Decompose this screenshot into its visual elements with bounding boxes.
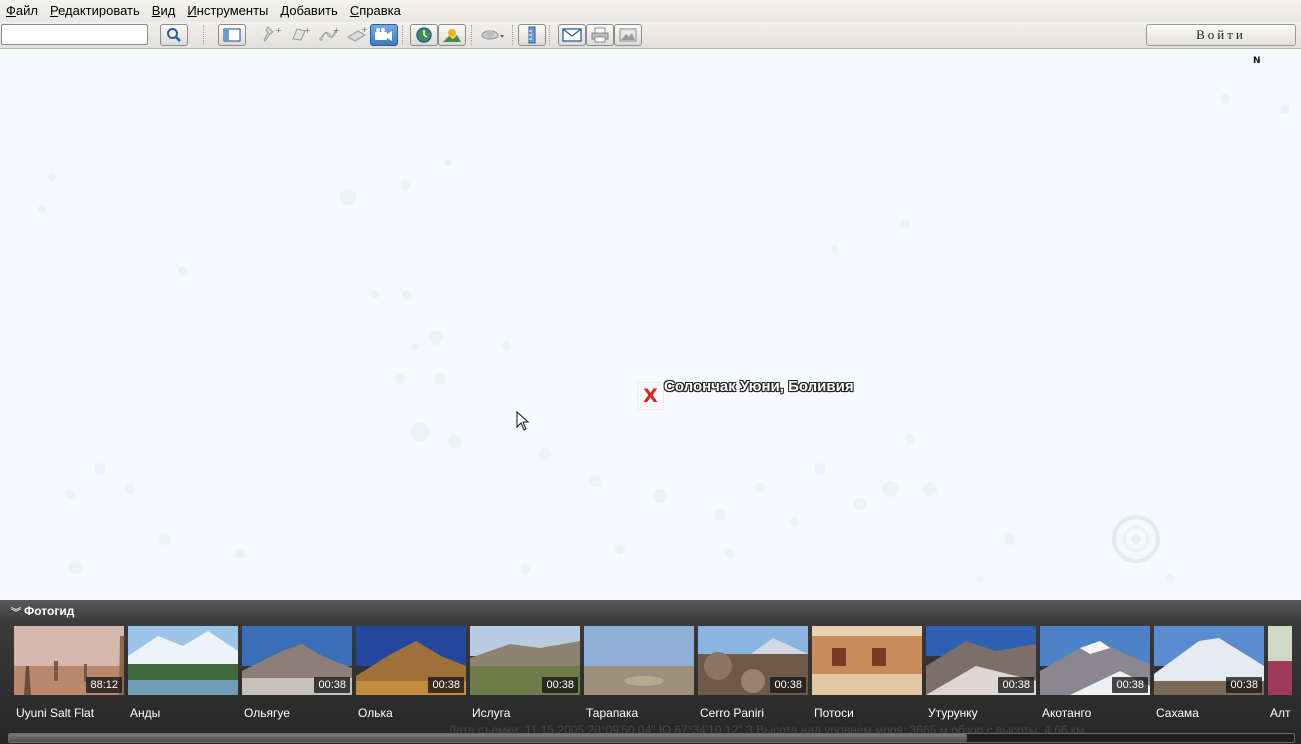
video-camera-icon <box>375 28 392 41</box>
video-duration: 00:38 <box>770 677 806 693</box>
video-duration: 88:12 <box>86 677 122 693</box>
email-button[interactable] <box>558 24 586 46</box>
image-overlay-icon: + <box>347 25 368 42</box>
photo-thumb-uyuni[interactable]: 88:12 <box>14 626 124 695</box>
photo-caption[interactable]: Акотанго <box>1042 706 1091 720</box>
photo-thumb-isluga[interactable]: 00:38 <box>470 626 580 695</box>
video-duration: 00:38 <box>314 677 350 693</box>
video-duration: 00:38 <box>428 677 464 693</box>
search-button[interactable] <box>160 24 188 46</box>
svg-text:+: + <box>361 25 368 34</box>
collapse-chevron-icon[interactable]: ︾ <box>11 604 21 619</box>
path-add-icon: + <box>319 26 340 41</box>
photo-caption[interactable]: Потоси <box>814 706 854 720</box>
add-polygon-button[interactable]: + <box>287 24 313 44</box>
photo-thumb-cerro-paniri[interactable]: 00:38 <box>698 626 808 695</box>
sidebar-icon <box>223 28 241 42</box>
menu-tools[interactable]: Инструменты <box>181 0 274 22</box>
svg-text:+: + <box>333 26 340 35</box>
photo-guide-scrollbar[interactable] <box>8 733 1295 743</box>
add-path-button[interactable]: + <box>316 24 342 44</box>
photo-caption[interactable]: Cerro Paniri <box>700 706 764 720</box>
photo-caption[interactable]: Алт <box>1270 706 1291 720</box>
photo-thumb-sajama[interactable]: 00:38 <box>1154 626 1264 695</box>
toolbar: + + + + Войти <box>0 22 1301 49</box>
toolbar-separator <box>402 25 405 45</box>
menu-file[interactable]: Файл <box>0 0 44 22</box>
menu-view[interactable]: Вид <box>146 0 182 22</box>
scrollbar-thumb[interactable] <box>9 734 967 742</box>
toolbar-separator <box>203 25 206 45</box>
video-duration: 00:38 <box>1112 677 1148 693</box>
photo-thumb-andes[interactable] <box>128 626 238 695</box>
svg-text:+: + <box>304 26 311 35</box>
sun-landscape-icon <box>443 29 461 42</box>
toolbar-separator <box>549 25 552 45</box>
printer-icon <box>591 27 609 43</box>
ruler-icon <box>528 26 536 44</box>
photo-caption[interactable]: Ольягуе <box>244 706 290 720</box>
photo-thumb-uturunku[interactable]: 00:38 <box>926 626 1036 695</box>
photo-caption[interactable]: Анды <box>130 706 160 720</box>
toolbar-separator <box>512 25 515 45</box>
photo-guide-title: Фотогид <box>24 604 75 618</box>
add-image-overlay-button[interactable]: + <box>344 24 370 44</box>
envelope-icon <box>562 28 582 42</box>
toolbar-separator <box>471 25 474 45</box>
sunlight-button[interactable] <box>438 24 466 46</box>
signin-button[interactable]: Войти <box>1146 24 1296 46</box>
video-duration: 00:38 <box>542 677 578 693</box>
planet-icon <box>481 30 504 40</box>
pushpin-add-icon: + <box>263 26 282 42</box>
photo-thumb-tarapaca[interactable] <box>584 626 694 695</box>
photo-image <box>128 626 238 695</box>
svg-text:+: + <box>275 26 282 35</box>
mouse-cursor-icon <box>516 411 530 431</box>
navigation-ring-icon[interactable] <box>1096 509 1166 569</box>
record-tour-button[interactable] <box>370 24 398 46</box>
photo-thumb-olca[interactable]: 00:38 <box>356 626 466 695</box>
photo-caption[interactable]: Утурунку <box>928 706 978 720</box>
polygon-add-icon: + <box>292 26 311 41</box>
photo-caption[interactable]: Олька <box>358 706 393 720</box>
ruler-button[interactable] <box>518 24 546 46</box>
photo-thumb-acotango[interactable]: 00:38 <box>1040 626 1150 695</box>
photo-image <box>812 626 922 695</box>
photo-caption[interactable]: Uyuni Salt Flat <box>16 706 94 720</box>
search-icon <box>167 28 181 42</box>
add-placemark-button[interactable]: + <box>258 24 284 44</box>
planet-switch-button[interactable] <box>478 24 508 44</box>
photo-thumb-potosi[interactable] <box>812 626 922 695</box>
photo-thumb-alt[interactable] <box>1268 626 1292 695</box>
map-view[interactable]: N X Солончак Уюни, Боливия <box>0 49 1301 600</box>
sidebar-toggle-button[interactable] <box>218 24 246 46</box>
image-icon <box>619 28 637 42</box>
clock-icon <box>416 27 432 43</box>
placemark-marker-icon[interactable]: X <box>637 382 664 410</box>
video-duration: 00:38 <box>998 677 1034 693</box>
photo-image <box>1268 626 1292 695</box>
save-image-button[interactable] <box>614 24 642 46</box>
menu-bar: Файл Редактировать Вид Инструменты Добав… <box>0 0 1301 22</box>
compass-north[interactable]: N <box>1253 56 1261 66</box>
print-button[interactable] <box>586 24 614 46</box>
photo-caption[interactable]: Сахама <box>1156 706 1199 720</box>
menu-help[interactable]: Справка <box>344 0 407 22</box>
photo-guide-header[interactable]: ︾ Фотогид <box>0 600 1301 622</box>
photo-thumb-ollague[interactable]: 00:38 <box>242 626 352 695</box>
photo-caption[interactable]: Тарапака <box>586 706 638 720</box>
historical-imagery-button[interactable] <box>410 24 438 46</box>
photo-image <box>584 626 694 695</box>
video-duration: 00:38 <box>1226 677 1262 693</box>
menu-edit[interactable]: Редактировать <box>44 0 146 22</box>
placemark-label[interactable]: Солончак Уюни, Боливия <box>664 378 854 395</box>
menu-add[interactable]: Добавить <box>274 0 343 22</box>
search-input[interactable] <box>1 24 148 45</box>
photo-caption[interactable]: Ислуга <box>472 706 510 720</box>
